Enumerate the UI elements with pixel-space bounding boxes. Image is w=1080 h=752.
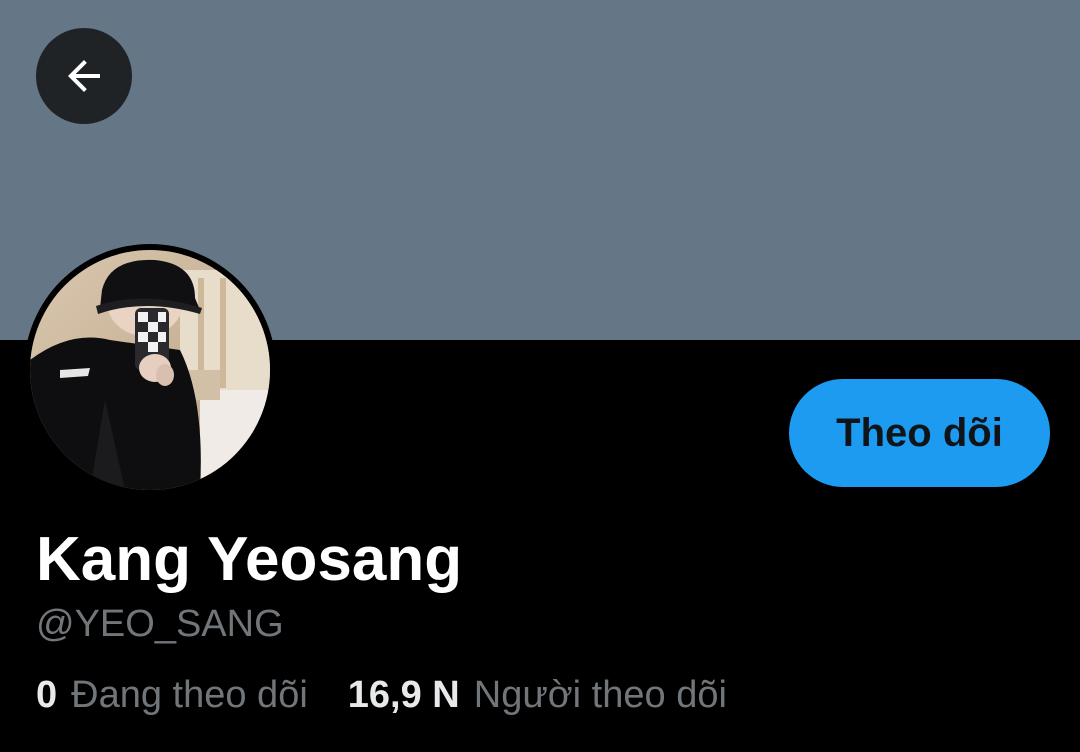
user-handle: @YEO_SANG <box>36 603 284 645</box>
following-label: Đang theo dõi <box>71 673 308 716</box>
followers-count: 16,9 N <box>347 673 460 716</box>
avatar-photo <box>30 250 270 490</box>
display-name: Kang Yeosang <box>36 525 463 594</box>
follow-button[interactable]: Theo dõi <box>789 379 1050 487</box>
avatar[interactable] <box>24 244 276 496</box>
following-count: 0 <box>36 673 58 716</box>
following-stat[interactable]: 0 Đang theo dõi <box>36 674 308 717</box>
arrow-left-icon <box>68 60 100 92</box>
back-button[interactable] <box>36 28 132 124</box>
followers-label: Người theo dõi <box>473 673 727 716</box>
followers-stat[interactable]: 16,9 N Người theo dõi <box>348 674 727 717</box>
profile-page: Theo dõi Kang Yeosang @YEO_SANG 0 Đang t… <box>0 0 1080 752</box>
follow-stats: 0 Đang theo dõi 16,9 N Người theo dõi <box>36 668 727 722</box>
